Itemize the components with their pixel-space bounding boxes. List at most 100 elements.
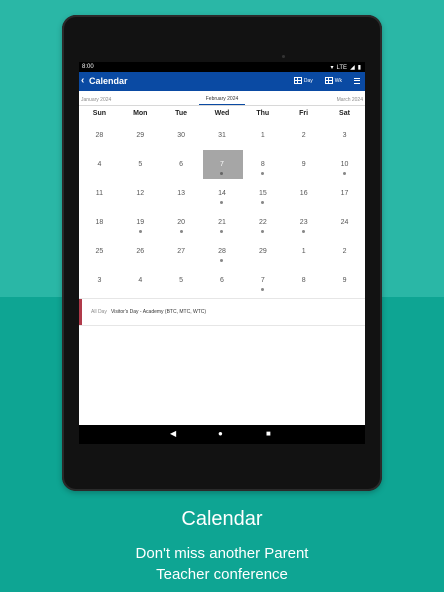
calendar-day[interactable]: 22 <box>242 208 283 237</box>
nav-recents-button[interactable]: ■ <box>266 430 271 438</box>
signal-icon: ◢ <box>350 65 355 71</box>
day-number: 28 <box>95 132 104 139</box>
calendar-day[interactable]: 18 <box>79 208 120 237</box>
day-number: 5 <box>138 161 143 168</box>
day-number: 28 <box>218 248 226 255</box>
event-title: Visitor's Day - Academy (BTC, MTC, WTC) <box>111 309 207 315</box>
calendar-day[interactable]: 4 <box>120 266 161 295</box>
day-number: 7 <box>260 277 265 284</box>
calendar-day[interactable]: 21 <box>202 208 243 237</box>
next-month-link[interactable]: March 2024 <box>337 97 363 103</box>
event-indicator-dot <box>179 230 183 233</box>
prev-month-link[interactable]: January 2024 <box>81 97 111 103</box>
day-number: 29 <box>258 248 267 255</box>
event-item[interactable]: All Day Visitor's Day - Academy (BTC, MT… <box>79 298 365 326</box>
day-number: 7 <box>220 161 224 168</box>
calendar-day[interactable]: 16 <box>283 179 324 208</box>
day-number: 6 <box>179 161 184 168</box>
calendar-day[interactable]: 8 <box>242 150 283 179</box>
weekday-header: Sun Mon Tue Wed Thu Fri Sat <box>79 106 365 121</box>
calendar-day[interactable]: 15 <box>242 179 283 208</box>
caption-subtitle: Don't miss another Parent Teacher confer… <box>0 543 444 585</box>
calendar-day[interactable]: 1 <box>283 237 324 266</box>
calendar-day[interactable]: 11 <box>79 179 120 208</box>
calendar-day[interactable]: 19 <box>120 208 161 237</box>
calendar-day[interactable]: 9 <box>283 150 324 179</box>
event-all-day-label: All Day <box>91 309 107 315</box>
day-number: 31 <box>218 132 226 139</box>
menu-button[interactable] <box>354 77 360 84</box>
calendar-day[interactable]: 4 <box>79 150 120 179</box>
calendar-day[interactable]: 6 <box>202 266 243 295</box>
calendar-day[interactable]: 5 <box>161 266 202 295</box>
weekday-label: Mon <box>133 110 148 117</box>
view-toolbar: Day Wk <box>293 77 360 84</box>
calendar-grid-icon <box>324 77 333 84</box>
day-view-button[interactable]: Day <box>293 77 313 84</box>
day-number: 12 <box>136 190 145 197</box>
back-arrow-icon[interactable]: ‹ <box>81 75 84 86</box>
status-bar: 8:00 ▾ LTE ◢ ▮ <box>79 62 365 72</box>
calendar-day[interactable]: 1 <box>242 121 283 150</box>
calendar-day[interactable]: 10 <box>324 150 365 179</box>
calendar-day[interactable]: 30 <box>161 121 202 150</box>
day-number: 16 <box>299 190 308 197</box>
day-number: 9 <box>342 277 347 284</box>
system-nav-bar: ◀ ● ■ <box>79 425 365 444</box>
caption-subtitle-line-2: Teacher conference <box>156 566 288 583</box>
day-number: 10 <box>340 161 349 168</box>
calendar-day[interactable]: 3 <box>324 121 365 150</box>
day-number: 5 <box>179 277 184 284</box>
event-color-bar <box>79 299 82 325</box>
calendar-day[interactable]: 20 <box>161 208 202 237</box>
day-view-label: Day <box>303 77 313 84</box>
calendar-day[interactable]: 27 <box>161 237 202 266</box>
status-time: 8:00 <box>82 64 94 70</box>
week-view-button[interactable]: Wk <box>324 77 342 84</box>
calendar-day[interactable]: 12 <box>120 179 161 208</box>
calendar-day[interactable]: 2 <box>283 121 324 150</box>
calendar-day[interactable]: 28 <box>202 237 243 266</box>
event-indicator-dot <box>261 201 265 204</box>
day-number: 23 <box>299 219 308 226</box>
day-number: 26 <box>136 248 145 255</box>
calendar-day[interactable]: 6 <box>161 150 202 179</box>
calendar-day[interactable]: 3 <box>79 266 120 295</box>
week-view-label: Wk <box>334 77 342 84</box>
day-number: 9 <box>301 161 306 168</box>
calendar-day[interactable]: 17 <box>324 179 365 208</box>
calendar-day[interactable]: 26 <box>120 237 161 266</box>
menu-icon <box>354 77 360 84</box>
day-number: 24 <box>340 219 349 226</box>
day-number: 3 <box>97 277 102 284</box>
calendar-day[interactable]: 9 <box>324 266 365 295</box>
calendar-day[interactable]: 2 <box>324 237 365 266</box>
current-month: February 2024 <box>199 96 245 105</box>
calendar-day[interactable]: 28 <box>79 121 120 150</box>
caption-title: Calendar <box>181 508 263 530</box>
calendar-day[interactable]: 23 <box>283 208 324 237</box>
calendar-day[interactable]: 13 <box>161 179 202 208</box>
day-number: 18 <box>95 219 104 226</box>
day-number: 11 <box>95 190 104 197</box>
event-indicator-dot <box>220 230 224 233</box>
day-number: 19 <box>136 219 145 226</box>
calendar-day[interactable]: 7 <box>242 266 283 295</box>
calendar-day-selected[interactable]: 7 <box>202 150 243 179</box>
calendar-day[interactable]: 5 <box>120 150 161 179</box>
calendar-day[interactable]: 29 <box>242 237 283 266</box>
calendar-day[interactable]: 14 <box>202 179 243 208</box>
calendar-day[interactable]: 25 <box>79 237 120 266</box>
calendar-day[interactable]: 29 <box>120 121 161 150</box>
nav-home-button[interactable]: ● <box>218 430 223 438</box>
weekday-label: Fri <box>299 110 309 117</box>
event-indicator-dot <box>220 201 224 204</box>
day-number: 6 <box>220 277 224 284</box>
nav-back-button[interactable]: ◀ <box>170 430 176 438</box>
day-number: 20 <box>177 219 186 226</box>
weekday-label: Wed <box>214 110 230 117</box>
calendar-day[interactable]: 8 <box>283 266 324 295</box>
calendar-day[interactable]: 31 <box>202 121 243 150</box>
day-number: 15 <box>258 190 267 197</box>
calendar-day[interactable]: 24 <box>324 208 365 237</box>
